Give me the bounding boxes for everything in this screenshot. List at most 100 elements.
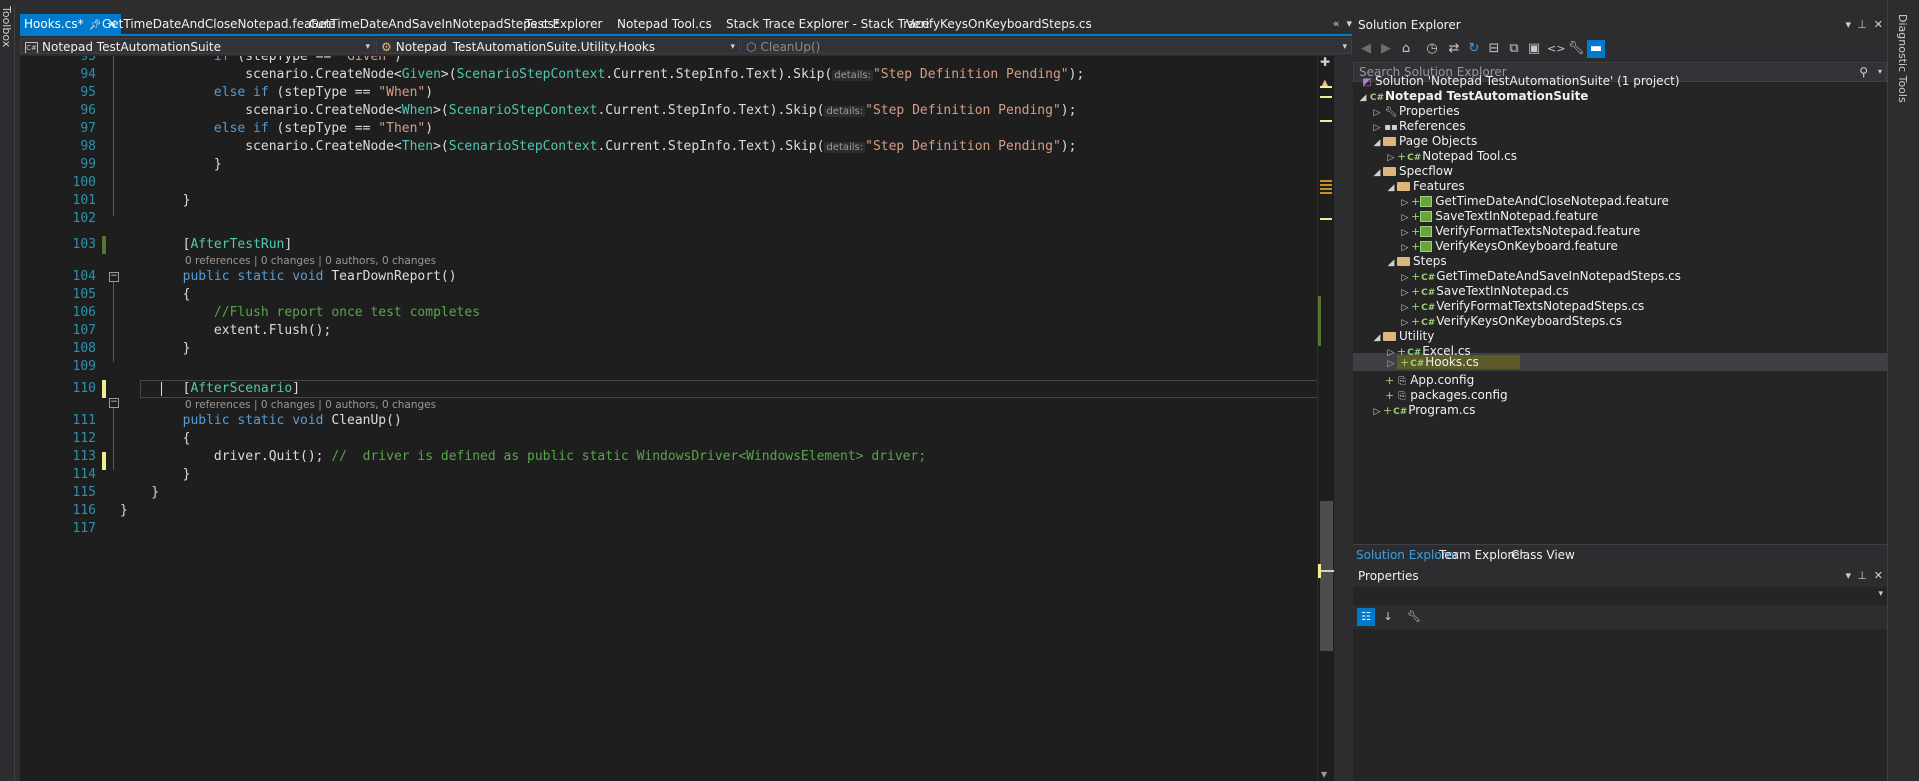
line-number: 114: [72, 467, 96, 482]
show-all-files-icon[interactable]: ⧉: [1505, 40, 1523, 58]
tree-item-label: Notepad TestAutomationSuite: [1385, 89, 1589, 103]
code-line: public static void CleanUp(): [182, 413, 402, 428]
refresh-icon[interactable]: ↻: [1465, 40, 1483, 58]
tree-item-program[interactable]: ▷ +C#Program.cs: [1371, 401, 1476, 419]
diagnostic-tools-label[interactable]: Diagnostic Tools: [1896, 14, 1909, 103]
chevron-down-icon[interactable]: ▾: [1878, 63, 1882, 81]
code-line: scenario.CreateNode<Then>(ScenarioStepCo…: [120, 139, 1077, 154]
scroll-down-icon[interactable]: ▼: [1321, 770, 1327, 779]
search-icon[interactable]: ⚲: [1859, 63, 1868, 81]
expanded-icon[interactable]: ◢: [1371, 134, 1383, 152]
pin-icon[interactable]: 📌︎: [89, 20, 102, 31]
tab-overflow-controls[interactable]: « ▾: [1333, 14, 1352, 34]
added-icon: +: [1383, 404, 1393, 417]
back-icon[interactable]: ◀: [1357, 40, 1375, 58]
chevron-down-icon[interactable]: ▾: [1878, 589, 1883, 599]
expanded-icon[interactable]: ◢: [1371, 164, 1383, 182]
tab-list-dropdown-icon[interactable]: ▾: [1346, 17, 1352, 30]
scrollbar-thumb[interactable]: [1320, 501, 1333, 651]
wrench-icon[interactable]: 🔧︎: [1405, 608, 1423, 626]
line-number: 94: [80, 67, 96, 82]
line-number: 102: [72, 211, 96, 226]
code-line: {: [120, 287, 191, 302]
project-dropdown[interactable]: C# Notepad TestAutomationSuite ▾: [20, 38, 375, 54]
collapse-all-icon[interactable]: ⊟: [1485, 40, 1503, 58]
properties-toolbar: ☷ ↓ 🔧︎: [1353, 605, 1887, 629]
properties-icon[interactable]: 🔧︎: [1567, 40, 1585, 58]
chevron-down-icon: ▾: [1342, 42, 1347, 52]
code-line: scenario.CreateNode<Given>(ScenarioStepC…: [120, 67, 1085, 82]
member-dropdown[interactable]: ⬡ CleanUp() ▾: [741, 38, 1352, 54]
folder-icon: [1383, 137, 1396, 146]
pending-changes-icon[interactable]: ▣: [1525, 40, 1543, 58]
expanded-icon[interactable]: ◢: [1357, 89, 1369, 107]
view-code-icon[interactable]: <>: [1547, 40, 1565, 58]
feature-file-icon: [1420, 226, 1433, 237]
home-icon[interactable]: ⌂: [1397, 40, 1415, 58]
expanded-icon[interactable]: ◢: [1385, 179, 1397, 197]
tab-stack-trace-explorer[interactable]: Stack Trace Explorer - Stack Trace: [726, 14, 929, 34]
line-number: 95: [80, 85, 96, 100]
class-dropdown[interactable]: ⚙ Notepad_TestAutomationSuite.Utility.Hoo…: [376, 38, 740, 54]
tree-item-hooks[interactable]: ▷ +C#Hooks.cs: [1385, 353, 1520, 371]
collapse-icon[interactable]: −: [109, 272, 119, 282]
code-line: }: [120, 485, 160, 500]
code-line: public static void TearDownReport(): [182, 269, 457, 284]
project-dropdown-label: Notepad TestAutomationSuite: [42, 40, 221, 54]
line-number: 105: [72, 287, 96, 302]
alphabetical-icon[interactable]: ↓: [1379, 608, 1397, 626]
code-line: extent.Flush();: [120, 323, 332, 338]
editor-scrollbar[interactable]: ✚ ▲ ▼: [1317, 55, 1334, 781]
tab-test-explorer[interactable]: Test Explorer: [525, 14, 602, 34]
scroll-marker: [1320, 120, 1332, 122]
class-dropdown-label: Notepad_TestAutomationSuite.Utility.Hook…: [395, 40, 656, 54]
line-number: 100: [72, 175, 96, 190]
tree-item-label: VerifyFormatTextsNotepadSteps.cs: [1436, 299, 1645, 313]
line-number: 112: [72, 431, 96, 446]
window-position-icon[interactable]: ▾: [1845, 14, 1851, 36]
tree-item-label: GetTimeDateAndSaveInNotepadSteps.cs: [1436, 269, 1681, 283]
code-editor[interactable]: − − 93 if (stepType == "Given") 94 scena…: [20, 56, 1332, 781]
tab-class-view[interactable]: Class View: [1511, 545, 1575, 565]
line-number: 106: [72, 305, 96, 320]
text-caret: [161, 382, 162, 396]
collapse-icon[interactable]: −: [109, 398, 119, 408]
categorized-icon[interactable]: ☷: [1357, 608, 1375, 626]
collapsed-icon[interactable]: ▷: [1371, 403, 1383, 421]
properties-object-selector[interactable]: ▾: [1353, 589, 1887, 605]
tab-notepad-tool[interactable]: Notepad Tool.cs: [617, 14, 712, 34]
codelens-info[interactable]: 0 references | 0 changes | 0 authors, 0 …: [185, 398, 436, 412]
codelens-info[interactable]: 0 references | 0 changes | 0 authors, 0 …: [185, 254, 436, 268]
line-number: 117: [72, 521, 96, 536]
expanded-icon[interactable]: ◢: [1371, 329, 1383, 347]
properties-panel: Properties ▾ ⊥ ✕ ▾ ☷ ↓ 🔧︎: [1353, 565, 1887, 781]
solution-explorer-header: Solution Explorer ▾ ⊥ ✕: [1353, 14, 1887, 36]
code-line: }: [120, 503, 128, 518]
feature-file-icon: [1420, 196, 1433, 207]
line-number: 111: [72, 413, 96, 428]
line-number: 109: [72, 359, 96, 374]
close-icon[interactable]: ✕: [1874, 565, 1883, 587]
forward-icon[interactable]: ▶: [1377, 40, 1395, 58]
tab-get-time-date-save-steps[interactable]: GetTimeDateAndSaveInNotepadSteps.cs*: [309, 14, 560, 34]
pin-icon[interactable]: ⊥: [1857, 565, 1867, 587]
code-comment: //Flush report once test completes: [120, 305, 481, 320]
sync-icon[interactable]: ⇄: [1445, 40, 1463, 58]
split-icon[interactable]: ✚: [1320, 55, 1330, 69]
history-icon[interactable]: ◷: [1423, 40, 1441, 58]
expanded-icon[interactable]: ◢: [1385, 254, 1397, 272]
tab-verify-keys-steps[interactable]: VerifyKeysOnKeyboardSteps.cs: [906, 14, 1092, 34]
preview-selected-icon[interactable]: ▬: [1587, 40, 1605, 58]
close-icon[interactable]: ✕: [1874, 14, 1883, 36]
scroll-marker: [1320, 96, 1332, 98]
tab-label: Hooks.cs*: [24, 17, 84, 31]
diagnostic-tools-strip[interactable]: Diagnostic Tools: [1887, 0, 1919, 781]
pin-icon[interactable]: ⊥: [1857, 14, 1867, 36]
toolbox-label[interactable]: Toolbox: [0, 6, 13, 47]
feature-file-icon: [1420, 241, 1433, 252]
window-position-icon[interactable]: ▾: [1845, 565, 1851, 587]
code-line: driver.Quit(); // driver is defined as p…: [120, 449, 927, 464]
toolbox-strip[interactable]: Toolbox: [0, 0, 15, 781]
tab-get-time-date-close-feature[interactable]: GetTimeDateAndCloseNotepad.feature: [102, 14, 336, 34]
scroll-tabs-icon[interactable]: «: [1333, 17, 1340, 30]
